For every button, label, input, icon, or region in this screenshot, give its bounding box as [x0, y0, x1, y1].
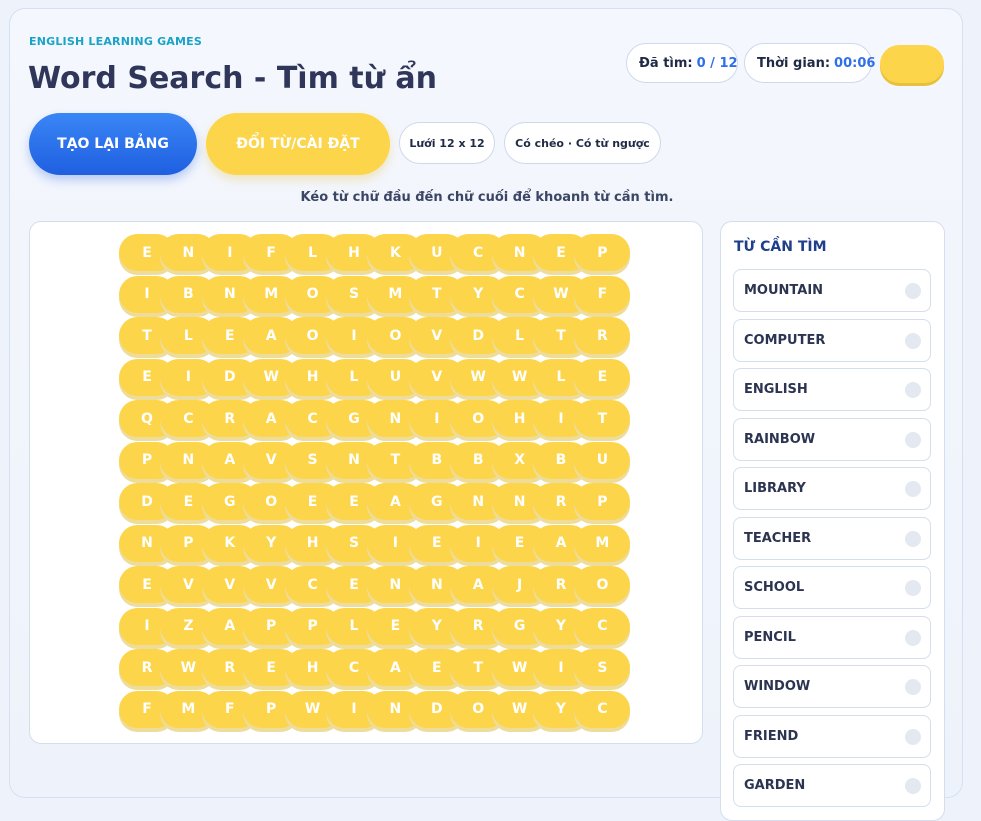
regenerate-board-button[interactable]: TẠO LẠI BẢNG [29, 113, 197, 175]
status-dot-icon [905, 728, 921, 745]
instruction-text: Kéo từ chữ đầu đến chữ cuối để khoanh từ… [300, 190, 674, 205]
status-dot-icon [905, 332, 921, 349]
word-label: SCHOOL [744, 580, 805, 595]
word-label: COMPUTER [744, 332, 826, 348]
found-label: Đã tìm: [639, 55, 693, 71]
word-label: WINDOW [744, 679, 811, 694]
letter-cell[interactable]: R [574, 317, 631, 354]
status-dot-icon [905, 679, 921, 695]
word-label: GARDEN [744, 778, 806, 793]
word-list-item: RAINBOW [733, 417, 931, 461]
letter-cell[interactable]: C [574, 690, 631, 728]
word-label: ENGLISH [744, 382, 808, 397]
time-label: Thời gian: [757, 55, 831, 71]
word-label: LIBRARY [744, 481, 806, 496]
letter-cell[interactable]: F [574, 275, 631, 313]
status-dot-icon [905, 629, 921, 646]
word-label: FRIEND [744, 728, 799, 744]
change-words-settings-button[interactable]: ĐỔI TỪ/CÀI ĐẶT [206, 113, 390, 175]
letter-cell[interactable]: P [574, 234, 631, 271]
word-list-item: SCHOOL [733, 566, 931, 609]
header-action-button[interactable] [880, 45, 944, 83]
word-list-item: GARDEN [733, 764, 931, 807]
word-list-panel: TỪ CẦN TÌM MOUNTAIN COMPUTER ENGLISH RAINBO… [720, 221, 945, 821]
status-dot-icon [905, 778, 921, 794]
timer: Thời gian: 00:06 [744, 43, 876, 83]
found-counter: Đã tìm: 0 / 12 [626, 43, 738, 83]
word-label: RAINBOW [744, 431, 816, 447]
app-window: ENGLISH LEARNING GAMES Word Search - Tìm… [9, 8, 963, 821]
status-dot-icon [905, 481, 921, 497]
word-list-item: TEACHER [733, 516, 931, 560]
word-list-item: ENGLISH [733, 368, 931, 411]
word-label: MOUNTAIN [744, 283, 824, 298]
letter-cell[interactable]: M [574, 524, 631, 562]
word-label: PENCIL [744, 629, 796, 645]
word-list-item: FRIEND [733, 714, 931, 758]
status-dot-icon [905, 382, 921, 398]
found-value: 0 / 12 [696, 55, 738, 71]
status-dot-icon [905, 431, 921, 448]
word-list-item: MOUNTAIN [733, 269, 931, 312]
page-title: Word Search - Tìm từ ẩn [28, 61, 438, 96]
word-list-item: COMPUTER [733, 318, 931, 362]
word-list-item: PENCIL [733, 615, 931, 659]
word-list-item: WINDOW [733, 665, 931, 708]
status-dot-icon [905, 580, 921, 596]
mode-chip: Có chéo · Có từ ngược [504, 122, 661, 164]
letter-cell[interactable]: E [574, 358, 631, 396]
letter-cell[interactable]: T [574, 400, 631, 437]
word-list-title: TỪ CẦN TÌM [734, 239, 827, 255]
letter-cell[interactable]: O [574, 566, 631, 603]
letter-cell[interactable]: U [574, 441, 631, 479]
word-list-item: LIBRARY [733, 467, 931, 510]
letter-cell[interactable]: C [574, 607, 631, 645]
word-label: TEACHER [744, 530, 812, 546]
status-dot-icon [905, 530, 921, 547]
letter-cell[interactable]: S [574, 649, 631, 686]
status-dot-icon [905, 283, 921, 299]
grid-size-chip: Lưới 12 x 12 [399, 122, 495, 164]
word-search-board: ENIFLHKUCNEPIBNMOSMTYCWFTLEAOIOVDLTREIDW… [29, 221, 703, 744]
time-value: 00:06 [834, 55, 876, 71]
letter-cell[interactable]: P [574, 483, 631, 520]
eyebrow-label: ENGLISH LEARNING GAMES [29, 35, 203, 48]
